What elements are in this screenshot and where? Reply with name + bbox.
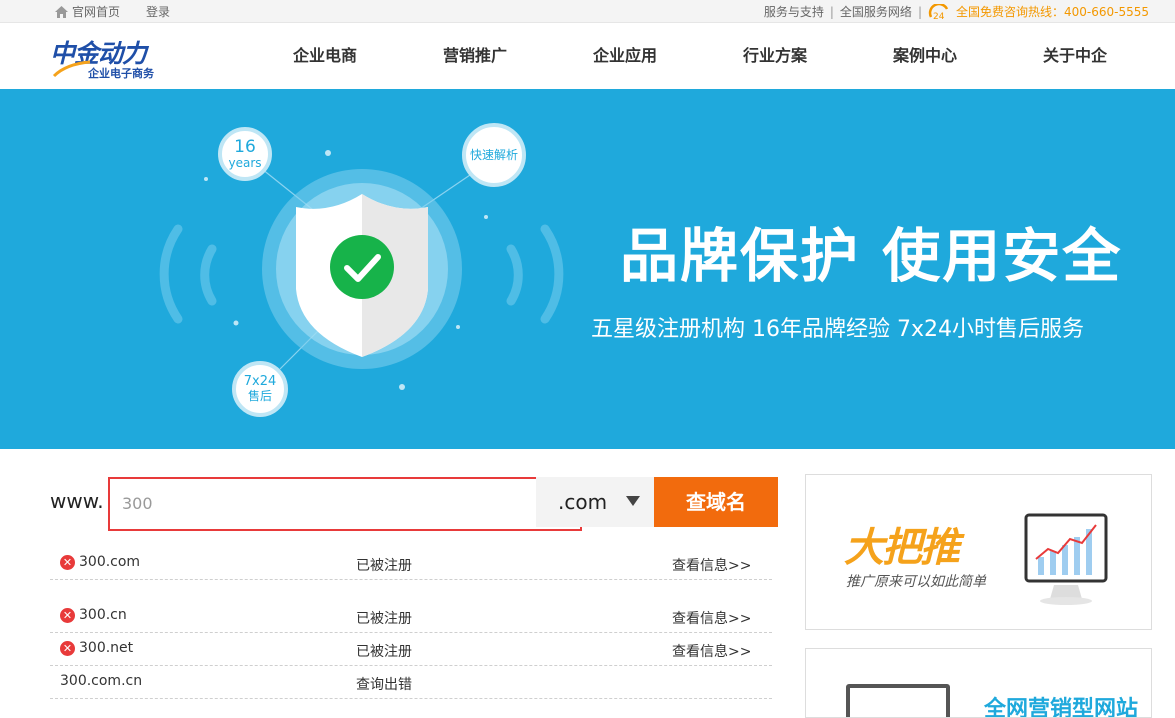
home-link[interactable]: 官网首页 [55, 3, 120, 20]
ad-dabatui-subtitle: 推广原来可以如此简单 [846, 574, 986, 590]
badge-service: 7x24 售后 [232, 361, 288, 417]
nav-item-solutions[interactable]: 行业方案 [700, 23, 850, 89]
banner-subline: 五星级注册机构 16年品牌经验 7x24小时售后服务 [591, 317, 1084, 342]
result-status: 已被注册 [356, 558, 412, 574]
result-domain: 300.net [79, 640, 134, 656]
dropdown-arrow-icon [626, 496, 640, 506]
domain-search-input[interactable]: 300 [108, 477, 582, 531]
result-status: 查询出错 [356, 677, 412, 693]
home-icon [55, 5, 68, 18]
divider: | [917, 4, 922, 19]
badge-service-unit: 售后 [247, 389, 272, 403]
nav-item-marketing[interactable]: 营销推广 [400, 23, 550, 89]
badge-years-unit: years [228, 156, 262, 170]
main-nav: 企业电商 营销推广 企业应用 行业方案 案例中心 关于中企 [250, 23, 1150, 89]
nav-item-applications[interactable]: 企业应用 [550, 23, 700, 89]
result-row: 300.com.cn 查询出错 [50, 666, 772, 699]
home-link-label: 官网首页 [72, 5, 121, 19]
result-domain: 300.com.cn [60, 673, 143, 689]
tld-select[interactable]: .com [536, 477, 654, 527]
badge-years: 16 years [218, 127, 272, 181]
view-info-link[interactable]: 查看信息>> [672, 641, 751, 661]
logo[interactable]: 中金动力 企业电子商务 [50, 34, 165, 82]
ad-dabatui[interactable]: 大把推 推广原来可以如此简单 [805, 474, 1152, 630]
taken-icon: ✕ [60, 554, 75, 570]
result-row: ✕ 300.com 已被注册 查看信息>> [50, 547, 772, 580]
result-row: ✕ 300.cn 已被注册 查看信息>> [50, 600, 772, 633]
hotline-24-icon: 24 [928, 3, 949, 20]
badge-service-number: 7x24 [243, 374, 277, 389]
hero-banner[interactable]: 16 years 快速解析 7x24 售后 品牌保护 使用安全 五星级注册机构 … [0, 89, 1175, 449]
www-prefix: www. [50, 489, 104, 513]
badge-years-number: 16 [234, 137, 256, 157]
divider: | [829, 4, 834, 19]
nav-item-cases[interactable]: 案例中心 [850, 23, 1000, 89]
domain-results: ✕ 300.com 已被注册 查看信息>> ✕ 300.cn 已被注册 查看信息… [50, 547, 772, 699]
view-info-link[interactable]: 查看信息>> [672, 555, 751, 575]
result-spacer [50, 580, 772, 600]
logo-swoosh-icon [52, 60, 91, 78]
logo-subtitle: 企业电子商务 [88, 67, 154, 80]
badge-fast-label: 快速解析 [469, 148, 518, 162]
monitor-chart-icon [1024, 513, 1108, 605]
domain-search: www. 300 .com 查域名 [50, 477, 778, 531]
service-network-link[interactable]: 全国服务网络 [840, 3, 912, 20]
banner-headline: 品牌保护 使用安全 [620, 222, 1123, 290]
login-link[interactable]: 登录 [146, 3, 170, 20]
support-link[interactable]: 服务与支持 [764, 3, 824, 20]
hotline-text: 全国免费咨询热线：400-660-5555 [955, 5, 1149, 19]
top-bar: 官网首页 登录 服务与支持 | 全国服务网络 | 24 全国免费咨询热线：400… [0, 0, 1175, 23]
nav-item-about[interactable]: 关于中企 [1000, 23, 1150, 89]
search-domain-button[interactable]: 查域名 [654, 477, 778, 527]
header: 中金动力 企业电子商务 企业电商 营销推广 企业应用 行业方案 案例中心 关于中… [0, 23, 1175, 89]
taken-icon: ✕ [60, 640, 75, 656]
hotline-24-text: 24 [933, 12, 945, 20]
result-domain: 300.cn [79, 607, 127, 623]
monitor-icon [846, 684, 950, 717]
taken-icon: ✕ [60, 607, 75, 623]
result-domain: 300.com [79, 554, 141, 570]
result-status: 已被注册 [356, 611, 412, 627]
nav-item-ecommerce[interactable]: 企业电商 [250, 23, 400, 89]
result-row: ✕ 300.net 已被注册 查看信息>> [50, 633, 772, 666]
badge-fast-resolve: 快速解析 [462, 123, 526, 187]
ad-marketing-title: 全网营销型网站 [984, 697, 1139, 718]
ad-dabatui-title: 大把推 [844, 525, 960, 571]
tld-select-value: .com [558, 490, 608, 514]
view-info-link[interactable]: 查看信息>> [672, 608, 751, 628]
result-status: 已被注册 [356, 644, 412, 660]
